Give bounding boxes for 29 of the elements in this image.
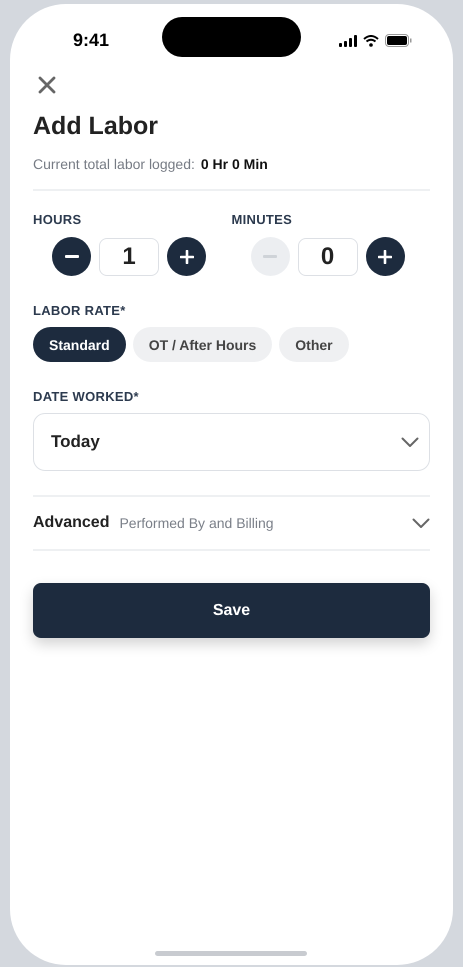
field-label: DATE WORKED*	[33, 389, 140, 404]
rate-chip[interactable]: Other	[279, 327, 349, 362]
summary-label: Current total labor logged:	[33, 156, 195, 172]
advanced-subtitle: Performed By and Billing	[119, 515, 275, 531]
plus-icon	[378, 250, 392, 264]
save-button[interactable]: Save	[33, 583, 430, 638]
number-field[interactable]: 0	[298, 238, 358, 276]
plus-icon	[180, 250, 194, 264]
minus-icon	[64, 255, 78, 258]
field-label: LABOR RATE*	[33, 303, 127, 318]
chevron-down-icon[interactable]	[412, 518, 430, 528]
decrement-button[interactable]	[52, 237, 91, 276]
rate-chip[interactable]: OT / After Hours	[132, 327, 272, 362]
rate-chip[interactable]: Standard	[33, 327, 126, 362]
status-time: 9:41	[73, 30, 110, 50]
chevron-down-icon	[401, 436, 419, 448]
wifi-icon	[363, 34, 379, 46]
page-title: Add Labor	[33, 112, 159, 141]
increment-button[interactable]	[366, 237, 404, 276]
battery-icon	[385, 34, 412, 47]
increment-button[interactable]	[167, 237, 206, 276]
number-field[interactable]: 1	[99, 238, 159, 276]
date-dropdown[interactable]: Today	[33, 413, 430, 471]
close-icon[interactable]	[37, 75, 57, 95]
advanced-title[interactable]: Advanced	[33, 514, 110, 532]
summary-value: 0 Hr 0 Min	[200, 156, 268, 172]
field-label: HOURS	[33, 212, 82, 227]
signal-icon	[339, 34, 357, 46]
field-label: MINUTES	[232, 212, 294, 227]
